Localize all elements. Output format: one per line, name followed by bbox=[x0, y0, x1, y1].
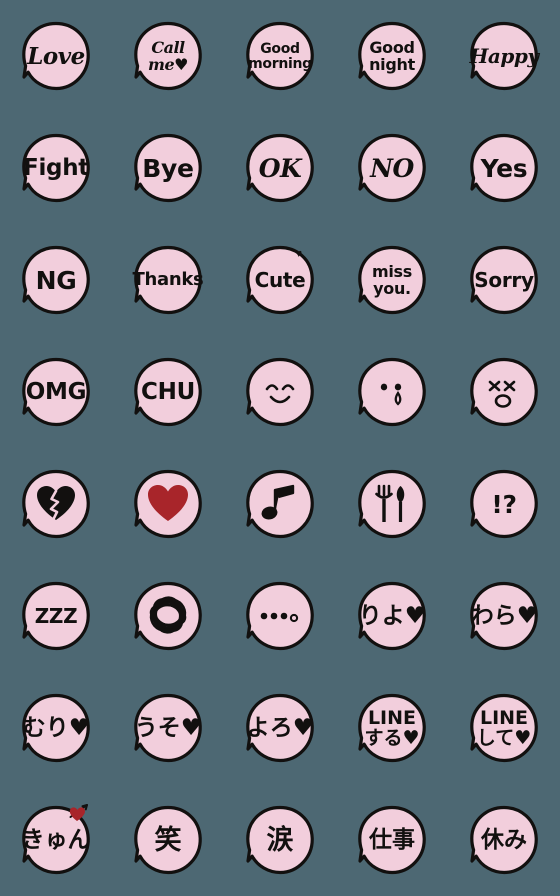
emoji-cell-omg[interactable]: OMG bbox=[0, 336, 112, 448]
emoji-cell-ryo[interactable]: りよ♥ bbox=[336, 560, 448, 672]
speech-bubble-good-night: Good night bbox=[356, 20, 428, 92]
emoji-cell-namida-kanji[interactable]: 涙 bbox=[224, 784, 336, 896]
emoji-cell-call-me[interactable]: Call me♥ bbox=[112, 0, 224, 112]
speech-bubble-dots bbox=[244, 580, 316, 652]
emoji-cell-wara[interactable]: わら♥ bbox=[448, 560, 560, 672]
emoji-cell-good-morning[interactable]: Good morning bbox=[224, 0, 336, 112]
emoji-cell-good-night[interactable]: Good night bbox=[336, 0, 448, 112]
speech-bubble-thanks: Thanks bbox=[132, 244, 204, 316]
emoji-cell-music-note[interactable] bbox=[224, 448, 336, 560]
speech-bubble-fight: Fight bbox=[20, 132, 92, 204]
emoji-cell-happy[interactable]: Happy bbox=[448, 0, 560, 112]
emoji-cell-smiling-face[interactable] bbox=[224, 336, 336, 448]
speech-bubble-no: NO bbox=[356, 132, 428, 204]
emoji-cell-thanks[interactable]: Thanks bbox=[112, 224, 224, 336]
emoji-cell-sorry[interactable]: Sorry bbox=[448, 224, 560, 336]
speech-bubble-yoro: よろ♥ bbox=[244, 692, 316, 764]
emoji-cell-kyun[interactable]: きゅん bbox=[0, 784, 112, 896]
speech-bubble-zzz: ZZZ bbox=[20, 580, 92, 652]
emoji-cell-line-shite[interactable]: LINE して♥ bbox=[448, 672, 560, 784]
emoji-cell-love[interactable]: Love bbox=[0, 0, 112, 112]
emoji-cell-yoro[interactable]: よろ♥ bbox=[224, 672, 336, 784]
speech-bubble-wara: わら♥ bbox=[468, 580, 540, 652]
speech-bubble-happy: Happy bbox=[468, 20, 540, 92]
emoji-cell-interrobang[interactable]: !? bbox=[448, 448, 560, 560]
speech-bubble-red-heart bbox=[132, 468, 204, 540]
speech-bubble-sorry: Sorry bbox=[468, 244, 540, 316]
emoji-cell-cute[interactable]: ♥ Cute bbox=[224, 224, 336, 336]
emoji-cell-fork-knife[interactable] bbox=[336, 448, 448, 560]
emoji-cell-ng[interactable]: NG bbox=[0, 224, 112, 336]
speech-bubble-muri: むり♥ bbox=[20, 692, 92, 764]
emoji-cell-yasumi-kanji[interactable]: 休み bbox=[448, 784, 560, 896]
speech-bubble-ok: OK bbox=[244, 132, 316, 204]
speech-bubble-ng: NG bbox=[20, 244, 92, 316]
emoji-cell-muri[interactable]: むり♥ bbox=[0, 672, 112, 784]
speech-bubble-interrobang: !? bbox=[468, 468, 540, 540]
emoji-cell-fight[interactable]: Fight bbox=[0, 112, 112, 224]
speech-bubble-fork-knife bbox=[356, 468, 428, 540]
speech-bubble-smiling-face bbox=[244, 356, 316, 428]
heart-icon: ♥ bbox=[295, 248, 302, 260]
emoji-cell-crying-face[interactable] bbox=[336, 336, 448, 448]
speech-bubble-line-suru: LINE する♥ bbox=[356, 692, 428, 764]
speech-bubble-cute: ♥ Cute bbox=[244, 244, 316, 316]
emoji-cell-bye[interactable]: Bye bbox=[112, 112, 224, 224]
speech-bubble-good-morning: Good morning bbox=[244, 20, 316, 92]
speech-bubble-ryo: りよ♥ bbox=[356, 580, 428, 652]
emoji-cell-scribble[interactable] bbox=[112, 560, 224, 672]
emoji-cell-chu[interactable]: CHU bbox=[112, 336, 224, 448]
emoji-cell-line-suru[interactable]: LINE する♥ bbox=[336, 672, 448, 784]
speech-bubble-yasumi-kanji: 休み bbox=[468, 804, 540, 876]
emoji-sticker-sheet: Love Call me♥ Good morning Good night Happy Figh… bbox=[0, 0, 560, 896]
emoji-cell-dots[interactable] bbox=[224, 560, 336, 672]
emoji-cell-dizzy-face[interactable] bbox=[448, 336, 560, 448]
speech-bubble-line-shite: LINE して♥ bbox=[468, 692, 540, 764]
emoji-cell-broken-heart[interactable] bbox=[0, 448, 112, 560]
speech-bubble-omg: OMG bbox=[20, 356, 92, 428]
speech-bubble-scribble bbox=[132, 580, 204, 652]
speech-bubble-chu: CHU bbox=[132, 356, 204, 428]
speech-bubble-yes: Yes bbox=[468, 132, 540, 204]
speech-bubble-kyun: きゅん bbox=[20, 804, 92, 876]
emoji-cell-uso[interactable]: うそ♥ bbox=[112, 672, 224, 784]
emoji-cell-miss-you[interactable]: miss you. bbox=[336, 224, 448, 336]
speech-bubble-dizzy-face bbox=[468, 356, 540, 428]
speech-bubble-shigoto-kanji: 仕事 bbox=[356, 804, 428, 876]
emoji-cell-shigoto-kanji[interactable]: 仕事 bbox=[336, 784, 448, 896]
speech-bubble-uso: うそ♥ bbox=[132, 692, 204, 764]
speech-bubble-call-me: Call me♥ bbox=[132, 20, 204, 92]
speech-bubble-warai-kanji: 笑 bbox=[132, 804, 204, 876]
speech-bubble-namida-kanji: 涙 bbox=[244, 804, 316, 876]
emoji-cell-no[interactable]: NO bbox=[336, 112, 448, 224]
emoji-cell-ok[interactable]: OK bbox=[224, 112, 336, 224]
emoji-cell-zzz[interactable]: ZZZ bbox=[0, 560, 112, 672]
speech-bubble-music-note bbox=[244, 468, 316, 540]
emoji-cell-red-heart[interactable] bbox=[112, 448, 224, 560]
emoji-cell-yes[interactable]: Yes bbox=[448, 112, 560, 224]
speech-bubble-bye: Bye bbox=[132, 132, 204, 204]
speech-bubble-broken-heart bbox=[20, 468, 92, 540]
emoji-cell-warai-kanji[interactable]: 笑 bbox=[112, 784, 224, 896]
speech-bubble-miss-you: miss you. bbox=[356, 244, 428, 316]
speech-bubble-love: Love bbox=[20, 20, 92, 92]
speech-bubble-crying-face bbox=[356, 356, 428, 428]
